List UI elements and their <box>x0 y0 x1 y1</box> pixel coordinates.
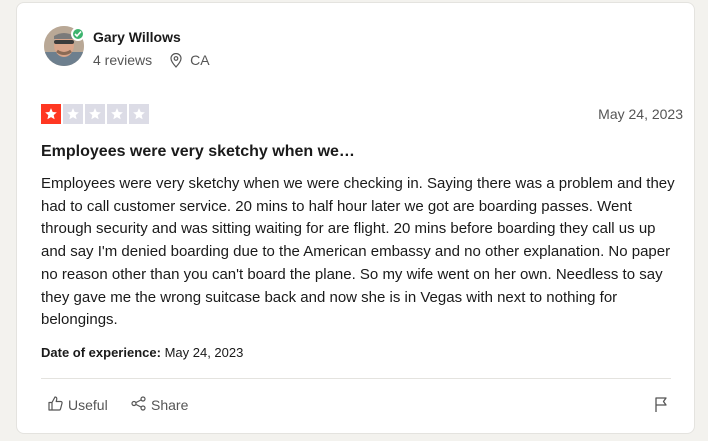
review-date: May 24, 2023 <box>598 106 683 122</box>
review-count: 4 reviews <box>93 52 153 68</box>
useful-button[interactable]: Useful <box>48 396 108 414</box>
share-icon <box>131 396 146 414</box>
review-title[interactable]: Employees were very sketchy when we… <box>41 143 355 161</box>
useful-label: Useful <box>68 397 108 413</box>
star-empty-icon <box>85 104 105 124</box>
share-button[interactable]: Share <box>131 396 188 414</box>
divider <box>41 378 671 379</box>
date-of-experience-value: May 24, 2023 <box>164 345 244 360</box>
verified-check-icon <box>71 27 85 41</box>
review-body: Employees were very sketchy when we were… <box>41 175 675 329</box>
star-empty-icon <box>107 104 127 124</box>
date-of-experience: Date of experience: May 24, 2023 <box>41 345 243 360</box>
location-pin-icon <box>170 52 182 68</box>
reviewer-meta: 4 reviews CA <box>93 52 210 68</box>
reviewer-name[interactable]: Gary Willows <box>93 29 181 45</box>
star-empty-icon <box>129 104 149 124</box>
thumbs-up-icon <box>48 396 63 414</box>
star-filled-icon <box>41 104 61 124</box>
date-of-experience-label: Date of experience: <box>41 345 161 360</box>
reviewer-country: CA <box>190 52 210 68</box>
share-label: Share <box>151 397 189 413</box>
star-rating <box>41 104 149 124</box>
star-empty-icon <box>63 104 83 124</box>
flag-icon[interactable] <box>654 396 668 418</box>
